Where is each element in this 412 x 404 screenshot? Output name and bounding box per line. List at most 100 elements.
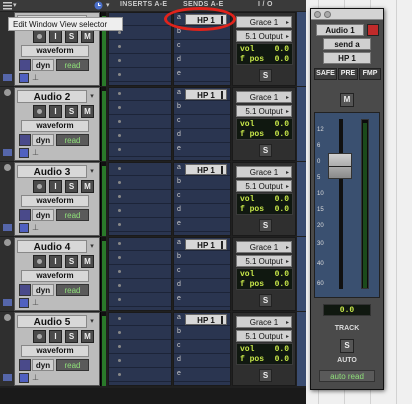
send-slot-e[interactable]: e xyxy=(174,69,230,82)
input-selector[interactable]: Grace 1 ▸ xyxy=(236,91,292,103)
insert-slot[interactable] xyxy=(109,69,171,82)
timebase-selector[interactable]: dyn xyxy=(32,209,54,221)
solo-button[interactable]: S xyxy=(65,255,78,268)
record-button[interactable] xyxy=(33,255,46,268)
chevron-down-icon[interactable]: ▾ xyxy=(106,1,115,10)
output-track-selector[interactable]: Audio 1 xyxy=(316,24,364,36)
comments-icon[interactable] xyxy=(19,148,29,158)
comments-icon[interactable] xyxy=(19,223,29,233)
automation-mode-selector[interactable]: read xyxy=(56,59,89,71)
output-selector[interactable]: 5.1 Output ▸ xyxy=(236,330,292,342)
insert-slot[interactable] xyxy=(109,130,171,143)
comments-icon[interactable] xyxy=(19,298,29,308)
record-button[interactable] xyxy=(33,180,46,193)
input-monitor-button[interactable]: I xyxy=(49,255,62,268)
send-a-assignment[interactable]: HP 1 xyxy=(185,164,227,175)
insert-slot[interactable] xyxy=(109,355,171,368)
safe-button[interactable]: SAFE xyxy=(314,68,337,80)
vol-readout[interactable]: vol 0.0 f pos 0.0 xyxy=(236,268,293,290)
send-slot-a[interactable]: a HP 1 xyxy=(174,238,230,251)
insert-slot[interactable] xyxy=(109,252,171,265)
send-slot-d[interactable]: d xyxy=(174,280,230,293)
send-slot-e[interactable]: e xyxy=(174,219,230,232)
record-button[interactable] xyxy=(33,330,46,343)
mute-button[interactable]: M xyxy=(81,180,94,193)
input-selector[interactable]: Grace 1 ▸ xyxy=(236,316,292,328)
fmp-button[interactable]: FMP xyxy=(359,68,381,80)
automation-mode-selector[interactable]: read xyxy=(56,134,89,146)
automation-mode-selector[interactable]: read xyxy=(56,209,89,221)
elastic-audio-icon[interactable] xyxy=(19,359,31,371)
send-slot-b[interactable]: b xyxy=(174,252,230,265)
timebase-selector[interactable]: dyn xyxy=(32,59,54,71)
output-solo-button[interactable]: S xyxy=(259,369,272,382)
track-name[interactable]: Audio 2 xyxy=(17,90,87,103)
output-mute-button[interactable]: M xyxy=(340,93,354,107)
input-selector[interactable]: Grace 1 ▸ xyxy=(236,16,292,28)
fader-track[interactable] xyxy=(339,119,343,289)
chevron-down-icon[interactable]: ▾ xyxy=(87,316,97,327)
vol-readout[interactable]: vol 0.0 f pos 0.0 xyxy=(236,118,293,140)
send-a-assignment[interactable]: HP 1 xyxy=(185,314,227,325)
insert-slot[interactable] xyxy=(109,41,171,54)
send-slot-e[interactable]: e xyxy=(174,144,230,157)
input-monitor-button[interactable]: I xyxy=(49,180,62,193)
send-slot-d[interactable]: d xyxy=(174,55,230,68)
output-vol-readout[interactable]: 0.0 xyxy=(323,304,371,316)
record-button[interactable] xyxy=(33,105,46,118)
send-slot-c[interactable]: c xyxy=(174,266,230,279)
send-slot-c[interactable]: c xyxy=(174,116,230,129)
insert-slot[interactable] xyxy=(109,341,171,354)
input-monitor-button[interactable]: I xyxy=(49,30,62,43)
insert-slot[interactable] xyxy=(109,163,171,176)
vol-readout[interactable]: vol 0.0 f pos 0.0 xyxy=(236,343,293,365)
send-slot-d[interactable]: d xyxy=(174,205,230,218)
output-selector[interactable]: 5.1 Output ▸ xyxy=(236,180,292,192)
clock-icon[interactable] xyxy=(94,1,103,10)
view-selector[interactable]: waveform xyxy=(21,195,89,207)
mute-button[interactable]: M xyxy=(81,30,94,43)
insert-slot[interactable] xyxy=(109,116,171,129)
minimize-icon[interactable] xyxy=(324,11,331,18)
elastic-audio-icon[interactable] xyxy=(19,134,31,146)
comments-icon[interactable] xyxy=(19,73,29,83)
vol-readout[interactable]: vol 0.0 f pos 0.0 xyxy=(236,43,293,65)
insert-slot[interactable] xyxy=(109,144,171,157)
send-slot-b[interactable]: b xyxy=(174,177,230,190)
send-slot-c[interactable]: c xyxy=(174,341,230,354)
send-slot-b[interactable]: b xyxy=(174,327,230,340)
insert-slot[interactable] xyxy=(109,205,171,218)
insert-slot[interactable] xyxy=(109,327,171,340)
mute-button[interactable]: M xyxy=(81,330,94,343)
send-slot-c[interactable]: c xyxy=(174,191,230,204)
view-selector[interactable]: waveform xyxy=(21,270,89,282)
chevron-down-icon[interactable]: ▾ xyxy=(87,241,97,252)
insert-slot[interactable] xyxy=(109,238,171,251)
view-selector[interactable]: waveform xyxy=(21,120,89,132)
output-selector[interactable]: 5.1 Output ▸ xyxy=(236,30,292,42)
send-a-assignment[interactable]: HP 1 xyxy=(185,89,227,100)
send-slot-b[interactable]: b xyxy=(174,102,230,115)
record-button[interactable] xyxy=(33,30,46,43)
mute-button[interactable]: M xyxy=(81,105,94,118)
send-a-assignment[interactable]: HP 1 xyxy=(185,239,227,250)
input-selector[interactable]: Grace 1 ▸ xyxy=(236,166,292,178)
insert-slot[interactable] xyxy=(109,266,171,279)
track-name[interactable]: Audio 5 xyxy=(17,315,87,328)
track-name[interactable]: Audio 3 xyxy=(17,165,87,178)
chevron-down-icon[interactable]: ▾ xyxy=(87,91,97,102)
input-selector[interactable]: Grace 1 ▸ xyxy=(236,241,292,253)
insert-slot[interactable] xyxy=(109,369,171,382)
solo-button[interactable]: S xyxy=(65,30,78,43)
auto-mode-selector[interactable]: auto read xyxy=(319,370,375,382)
track-select-icon[interactable] xyxy=(4,164,11,171)
mute-button[interactable]: M xyxy=(81,255,94,268)
track-name[interactable]: Audio 4 xyxy=(17,240,87,253)
insert-slot[interactable] xyxy=(109,102,171,115)
close-icon[interactable] xyxy=(314,11,321,18)
output-solo-button[interactable]: S xyxy=(259,294,272,307)
comments-icon[interactable] xyxy=(19,373,29,383)
solo-button[interactable]: S xyxy=(65,330,78,343)
pre-button[interactable]: PRE xyxy=(338,68,358,80)
vol-readout[interactable]: vol 0.0 f pos 0.0 xyxy=(236,193,293,215)
